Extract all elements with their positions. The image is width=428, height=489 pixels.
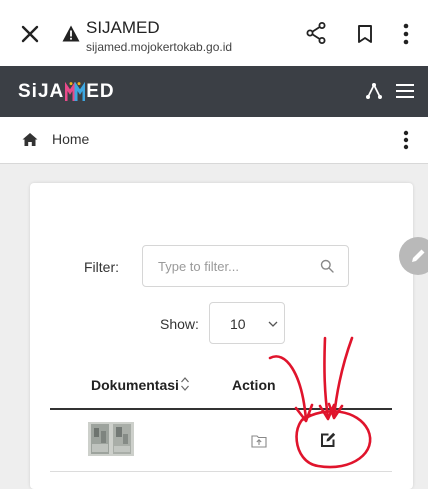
sitemap-icon[interactable] bbox=[365, 82, 383, 100]
column-header-dokumentasi[interactable]: Dokumentasi bbox=[91, 377, 179, 393]
more-vert-icon[interactable] bbox=[402, 23, 410, 45]
app-logo[interactable]: SiJA ED bbox=[18, 80, 115, 104]
chevron-down-icon bbox=[268, 321, 278, 327]
browser-toolbar: SIJAMED sijamed.mojokertokab.go.id bbox=[0, 0, 428, 66]
hamburger-menu-icon[interactable] bbox=[396, 83, 414, 99]
share-icon[interactable] bbox=[306, 22, 326, 44]
search-icon bbox=[320, 259, 334, 273]
warning-icon[interactable] bbox=[62, 25, 80, 42]
filter-placeholder: Type to filter... bbox=[158, 259, 239, 274]
documentation-thumbnail[interactable] bbox=[88, 422, 134, 456]
edit-icon[interactable] bbox=[320, 432, 336, 448]
table-row-divider bbox=[50, 471, 392, 472]
logo-text-right: ED bbox=[86, 81, 115, 102]
logo-text-left: SiJA bbox=[18, 81, 65, 102]
table-header-divider bbox=[50, 408, 392, 410]
close-icon[interactable] bbox=[18, 22, 42, 46]
page-size-select[interactable]: 10 bbox=[209, 302, 285, 344]
page-size-value: 10 bbox=[230, 316, 246, 332]
breadcrumb: Home bbox=[0, 117, 428, 164]
upload-folder-icon[interactable] bbox=[251, 434, 267, 448]
logo-mark-icon bbox=[64, 81, 86, 102]
app-header: SiJA ED bbox=[0, 66, 428, 117]
sort-icon[interactable] bbox=[180, 376, 190, 392]
site-url[interactable]: sijamed.mojokertokab.go.id bbox=[86, 40, 232, 54]
show-label: Show: bbox=[160, 316, 199, 332]
bookmark-icon[interactable] bbox=[356, 24, 374, 44]
home-icon[interactable] bbox=[22, 132, 38, 147]
filter-label: Filter: bbox=[84, 259, 119, 275]
more-vert-icon[interactable] bbox=[402, 130, 410, 150]
site-title: SIJAMED bbox=[86, 18, 160, 37]
column-header-action: Action bbox=[232, 377, 276, 393]
breadcrumb-home-link[interactable]: Home bbox=[52, 131, 89, 147]
pencil-icon bbox=[412, 249, 425, 262]
filter-input[interactable]: Type to filter... bbox=[142, 245, 349, 287]
